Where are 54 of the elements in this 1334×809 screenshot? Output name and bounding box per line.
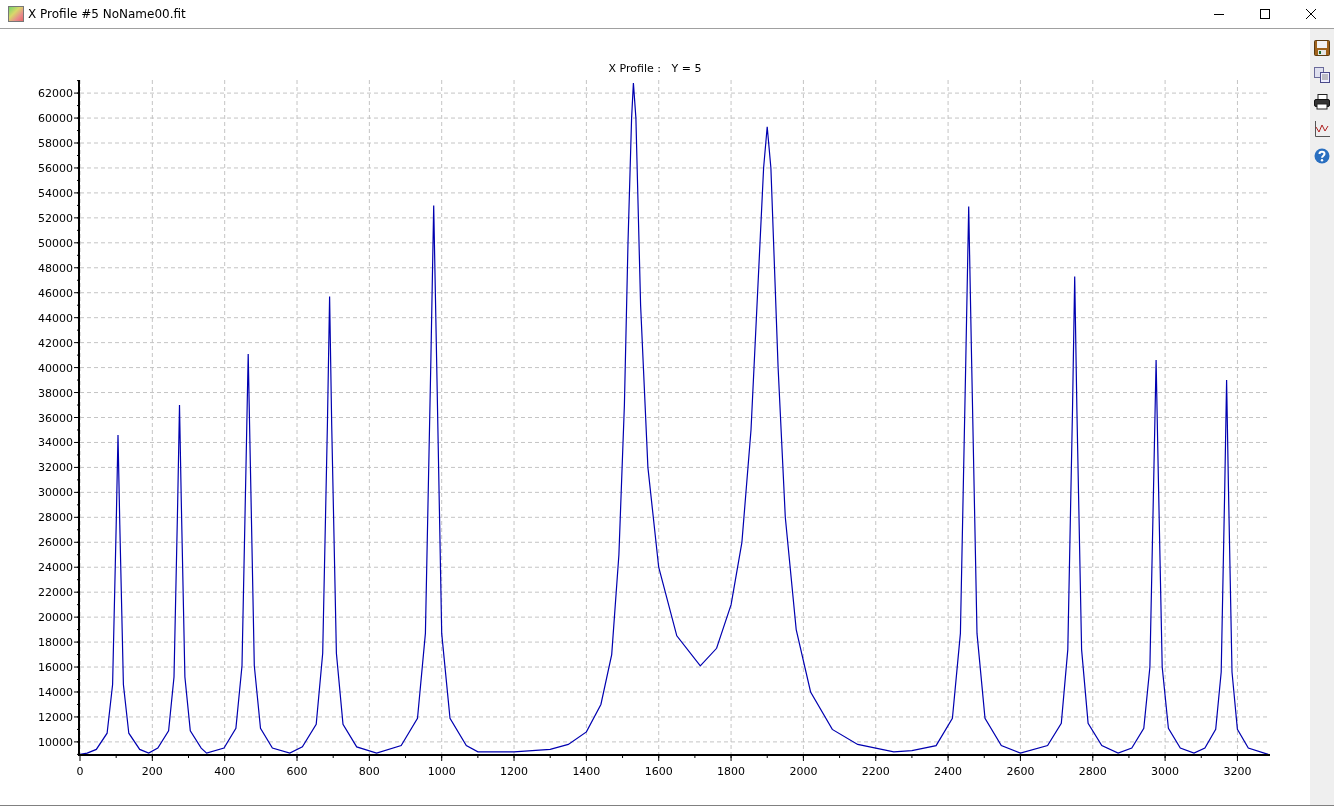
app-icon xyxy=(8,6,24,22)
axis-label: 28000 xyxy=(38,511,73,525)
axis-label: 42000 xyxy=(38,336,73,350)
axis-label: 20000 xyxy=(38,611,73,625)
axis-label: 10000 xyxy=(38,735,73,749)
axis-label: 2000 xyxy=(789,765,818,778)
axis-label: 16000 xyxy=(38,661,73,675)
axis-label: 60000 xyxy=(38,112,73,126)
axis-label: 30000 xyxy=(38,486,73,500)
maximize-icon xyxy=(1259,8,1271,20)
axis-label: 2200 xyxy=(861,765,890,778)
axis-label: 12000 xyxy=(38,710,73,724)
axis-label: 1400 xyxy=(572,765,601,778)
save-icon[interactable] xyxy=(1314,40,1330,56)
axis-label: 2600 xyxy=(1006,765,1035,778)
printer-icon[interactable] xyxy=(1314,94,1330,110)
close-icon xyxy=(1305,8,1317,20)
axis-label: 1200 xyxy=(500,765,529,778)
chart-icon[interactable] xyxy=(1314,121,1330,137)
axis-label: 46000 xyxy=(38,286,73,300)
axis-label: 400 xyxy=(214,765,236,778)
axis-label: 52000 xyxy=(38,211,73,225)
axis-label: 34000 xyxy=(38,436,73,450)
axis-label: 3200 xyxy=(1223,765,1252,778)
axis-label: 40000 xyxy=(38,361,73,375)
axis-label: 200 xyxy=(141,765,163,778)
axis-label: 800 xyxy=(358,765,380,778)
axis-label: 62000 xyxy=(38,87,73,101)
axis-label: 22000 xyxy=(38,586,73,600)
axis-label: 600 xyxy=(286,765,308,778)
help-icon[interactable] xyxy=(1314,148,1330,164)
axis-label: 26000 xyxy=(38,536,73,550)
axis-label: 44000 xyxy=(38,311,73,325)
axis-label: 1600 xyxy=(644,765,673,778)
axis-label: 14000 xyxy=(38,686,73,699)
axis-label: 24000 xyxy=(38,561,73,575)
window-title: X Profile #5 NoName00.fit xyxy=(28,7,186,21)
axis-label: 3000 xyxy=(1151,765,1180,778)
axis-label: 1800 xyxy=(717,765,746,778)
chart-title: X Profile : Y = 5 xyxy=(608,62,702,75)
axis-label: 48000 xyxy=(38,261,73,275)
axis-label: 2400 xyxy=(934,765,963,778)
copy-icon[interactable] xyxy=(1314,67,1330,83)
axis-label: 1000 xyxy=(427,765,456,778)
axis-label: 50000 xyxy=(38,236,73,250)
axis-label: 58000 xyxy=(38,137,73,150)
axis-label: 36000 xyxy=(38,411,73,425)
axis-label: 38000 xyxy=(38,386,73,400)
axis-label: 2800 xyxy=(1078,765,1107,778)
axis-label: 18000 xyxy=(38,636,73,650)
axis-label: 56000 xyxy=(38,161,73,175)
axis-label: 0 xyxy=(76,765,84,778)
axis-label: 32000 xyxy=(38,461,73,475)
axis-label: 54000 xyxy=(38,186,73,200)
